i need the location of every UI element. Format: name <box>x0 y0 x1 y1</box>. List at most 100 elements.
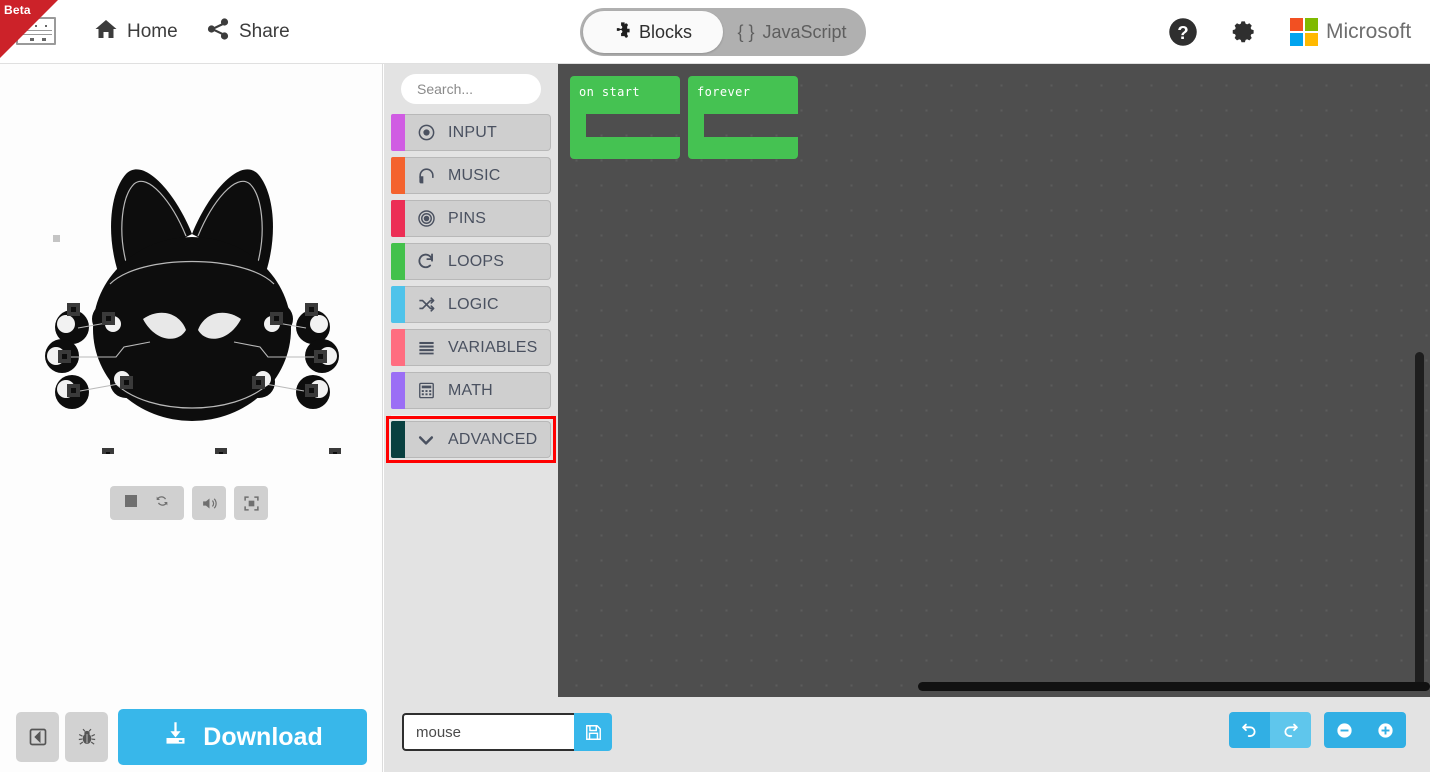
stacked-lines-icon <box>416 338 436 358</box>
toolbox-category-label: MATH <box>448 381 493 399</box>
concentric-circles-icon <box>416 209 436 229</box>
fullscreen-button[interactable] <box>234 486 268 520</box>
editor-bottom-bar <box>384 697 1430 772</box>
plus-circle-icon <box>1378 722 1393 738</box>
microsoft-wordmark: Microsoft <box>1326 20 1412 43</box>
expand-icon <box>243 495 259 511</box>
tab-javascript-label: JavaScript <box>762 21 847 42</box>
toolbox-category-label: PINS <box>448 209 487 227</box>
category-color-swatch <box>391 114 405 151</box>
toolbox-divider <box>391 415 551 416</box>
microsoft-squares-icon <box>1290 18 1318 46</box>
category-color-swatch <box>391 243 405 280</box>
toolbox-category-loops[interactable]: LOOPS <box>391 243 551 280</box>
tab-blocks-label: Blocks <box>638 21 692 42</box>
editor-mode-toggle: Blocks { } JavaScript <box>580 8 866 56</box>
block-on-start[interactable]: on start <box>570 76 680 159</box>
block-label: on start <box>579 85 640 99</box>
workspace-vertical-scrollbar[interactable] <box>1415 352 1424 690</box>
simulator-panel: Download <box>0 64 383 772</box>
toolbox-category-label: VARIABLES <box>448 338 538 356</box>
app-logo[interactable] <box>16 16 56 46</box>
undo-button[interactable] <box>1229 712 1270 748</box>
tab-javascript[interactable]: { } JavaScript <box>723 11 861 53</box>
curly-braces-icon: { } <box>737 21 755 42</box>
zoom-group <box>1324 712 1406 748</box>
toolbox-category-label: LOGIC <box>448 295 499 313</box>
category-color-swatch <box>391 329 405 366</box>
undo-arrow-icon <box>1242 723 1256 737</box>
blocks-toolbox: INPUT MUSIC <box>384 64 614 697</box>
toolbox-category-advanced[interactable]: ADVANCED <box>386 416 556 463</box>
minus-circle-icon <box>1337 722 1352 738</box>
home-button-label: Home <box>127 21 178 42</box>
debug-button[interactable] <box>65 712 108 762</box>
home-icon <box>94 17 118 47</box>
circuit-board-logo-icon <box>16 17 56 45</box>
cat-board-svg <box>45 169 341 460</box>
collapse-panel-button[interactable] <box>16 712 59 762</box>
block-forever[interactable]: forever <box>688 76 798 159</box>
redo-button[interactable] <box>1270 712 1311 748</box>
speaker-icon <box>202 497 217 509</box>
mute-button[interactable] <box>192 486 226 520</box>
collapse-panel-icon <box>29 728 46 746</box>
simulator-controls <box>110 486 268 520</box>
puzzle-piece-icon <box>614 21 631 43</box>
simulator-actions: Download <box>16 709 367 765</box>
toolbox-category-pins[interactable]: PINS <box>391 200 551 237</box>
editor-controls <box>1229 712 1406 748</box>
toolbox-category-label: ADVANCED <box>448 430 538 448</box>
bug-icon <box>78 728 95 745</box>
share-icon <box>206 17 230 47</box>
category-color-swatch <box>391 421 405 458</box>
workspace-horizontal-scrollbar[interactable] <box>918 682 1430 691</box>
shuffle-arrows-icon <box>416 295 436 315</box>
tab-blocks[interactable]: Blocks <box>583 11 723 53</box>
toolbox-category-label: INPUT <box>448 123 497 141</box>
headphones-icon <box>416 166 436 186</box>
project-name-input[interactable] <box>402 713 574 751</box>
loop-arrow-icon <box>416 252 436 272</box>
gear-icon <box>1232 21 1254 43</box>
share-button-label: Share <box>239 21 290 42</box>
zoom-in-button[interactable] <box>1365 712 1406 748</box>
download-button[interactable]: Download <box>118 709 367 765</box>
save-project-button[interactable] <box>574 713 612 751</box>
toolbox-category-variables[interactable]: VARIABLES <box>391 329 551 366</box>
chevron-down-icon <box>416 430 436 450</box>
help-circle-icon: ? <box>1169 18 1197 46</box>
microsoft-logo: Microsoft <box>1290 18 1411 46</box>
project-name-group <box>402 713 612 751</box>
toolbox-search[interactable] <box>401 74 614 104</box>
sim-run-controls <box>110 486 184 520</box>
blocks-workspace[interactable]: on start forever <box>558 64 1430 697</box>
floppy-disk-icon <box>585 724 601 740</box>
simulator-board[interactable] <box>0 84 383 460</box>
zoom-out-button[interactable] <box>1324 712 1365 748</box>
category-color-swatch <box>391 372 405 409</box>
redo-arrow-icon <box>1284 723 1298 737</box>
svg-text:?: ? <box>1177 22 1188 43</box>
undo-redo-group <box>1229 712 1311 748</box>
share-button[interactable]: Share <box>192 0 304 64</box>
toolbox-category-music[interactable]: MUSIC <box>391 157 551 194</box>
calculator-icon <box>416 381 436 401</box>
help-button[interactable]: ? <box>1168 17 1198 52</box>
category-color-swatch <box>391 157 405 194</box>
stop-button[interactable] <box>124 494 138 513</box>
block-label: forever <box>697 85 751 99</box>
input-target-icon <box>416 123 436 143</box>
home-button[interactable]: Home <box>80 0 192 64</box>
download-icon <box>162 720 189 754</box>
toolbox-category-label: MUSIC <box>448 166 501 184</box>
toolbox-category-logic[interactable]: LOGIC <box>391 286 551 323</box>
toolbox-category-label: LOOPS <box>448 252 505 270</box>
makecode-editor: Beta Home Share Blocks {} JavaScript ? … <box>0 0 1430 772</box>
restart-button[interactable] <box>154 493 170 514</box>
app-header: Beta Home Share Blocks {} JavaScript ? … <box>0 0 1430 64</box>
toolbox-category-math[interactable]: MATH <box>391 372 551 409</box>
toolbox-category-input[interactable]: INPUT <box>391 114 551 151</box>
download-button-label: Download <box>203 722 323 751</box>
settings-button[interactable] <box>1228 17 1258 52</box>
